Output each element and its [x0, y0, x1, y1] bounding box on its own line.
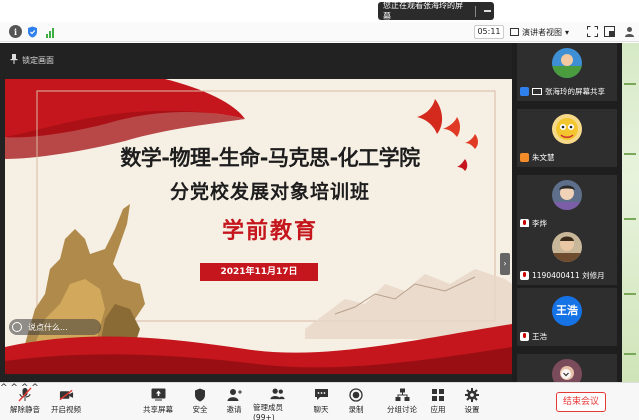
fullscreen-icon[interactable] — [586, 25, 599, 38]
lock-view-button[interactable]: 锁定画面 — [10, 54, 54, 66]
participant-tile[interactable]: 朱文慧 — [517, 109, 617, 167]
pin-icon — [10, 54, 18, 66]
chat-button[interactable]: 聊天 — [311, 387, 331, 419]
mic-off-icon — [18, 387, 33, 402]
meeting-controls-bar: 解除静音 ^ 开启视频 ^ 共享屏幕 ^ 安全 邀请 管理成员(99+) 聊天 … — [0, 382, 639, 420]
view-label: 演讲者视图 — [522, 27, 562, 37]
camera-off-icon — [59, 387, 74, 402]
mic-muted-icon — [520, 332, 529, 341]
record-button[interactable]: 录制 — [346, 387, 366, 419]
slide-subtitle: 学前教育 — [221, 219, 318, 244]
start-video-button[interactable]: 开启视频 — [50, 387, 82, 419]
host-icon — [520, 87, 529, 96]
invite-button[interactable]: 邀请 — [223, 387, 245, 419]
participant-panel: 张海玲的屏幕共享 朱文慧 李烨 1190400411 刘修月 王浩 王浩 — [512, 43, 622, 382]
screen-share-banner: 您正在观看张海玲的屏幕 — [378, 1, 494, 21]
chevron-down-icon: ▾ — [565, 27, 570, 37]
record-icon — [349, 387, 364, 402]
settings-button[interactable]: 设置 — [462, 387, 482, 419]
participant-tile[interactable]: 王浩 王浩 — [517, 288, 617, 346]
window-mode-icon[interactable] — [603, 25, 616, 38]
participant-tile[interactable]: 1190400411 刘修月 — [517, 227, 617, 285]
chevron-up-icon[interactable]: ^ — [0, 383, 8, 393]
gear-icon — [465, 387, 480, 402]
end-meeting-button[interactable]: 结束会议 — [556, 392, 606, 412]
shield-icon — [193, 387, 208, 402]
participant-tile[interactable] — [517, 354, 617, 382]
top-toolbar: i 05:11 演讲者视图 ▾ — [0, 22, 639, 42]
chat-quick-input[interactable]: 说点什么... — [9, 319, 101, 335]
collapse-panel-button[interactable]: › — [500, 253, 510, 275]
background-window-edge — [622, 43, 639, 382]
minimize-icon[interactable] — [480, 4, 494, 18]
avatar — [552, 180, 582, 210]
chat-placeholder: 说点什么... — [28, 322, 68, 332]
user-icon[interactable] — [623, 25, 636, 38]
security-button[interactable]: 安全 — [190, 387, 210, 419]
info-icon[interactable]: i — [9, 25, 22, 38]
avatar — [552, 48, 582, 78]
grid-view-icon — [510, 28, 519, 36]
scroll-down-icon[interactable] — [559, 367, 573, 380]
participant-tile[interactable]: 张海玲的屏幕共享 — [517, 43, 617, 101]
share-screen-icon — [151, 387, 166, 402]
breakout-rooms-icon — [395, 387, 410, 402]
breakout-rooms-button[interactable]: 分组讨论 — [387, 387, 417, 419]
participant-name: 1190400411 刘修月 — [532, 271, 605, 280]
avatar — [552, 114, 582, 144]
participant-name: 朱文慧 — [532, 153, 555, 162]
manage-members-button[interactable]: 管理成员(99+) — [253, 387, 301, 420]
slide-title-line2: 分党校发展对象培训班 — [169, 181, 370, 203]
mic-muted-icon — [520, 271, 529, 280]
participant-name: 张海玲的屏幕共享 — [545, 87, 605, 96]
share-screen-button[interactable]: 共享屏幕 — [143, 387, 173, 419]
share-banner-text: 您正在观看张海玲的屏幕 — [383, 1, 463, 21]
slide-date-badge: 2021年11月17日 — [200, 263, 318, 281]
slide-title-line1: 数学-物理-生命-马克思-化工学院 — [120, 146, 420, 170]
screen-share-icon — [532, 88, 542, 95]
apps-grid-icon — [431, 387, 446, 402]
avatar — [552, 232, 582, 262]
participant-name: 王浩 — [532, 332, 547, 341]
emoji-icon[interactable] — [12, 322, 22, 332]
shared-screen-view[interactable]: 锁定画面 数学-物理-生命-马克思-化工学院 分党校发展对象培训班 学前教育 2… — [0, 43, 512, 382]
lock-view-label: 锁定画面 — [22, 55, 54, 65]
add-user-icon — [227, 387, 242, 402]
shield-icon[interactable] — [26, 25, 39, 38]
meeting-timer: 05:11 — [474, 25, 504, 39]
speaker-view-button[interactable]: 演讲者视图 ▾ — [510, 25, 569, 39]
network-signal-icon[interactable] — [43, 25, 56, 38]
mic-muted-icon — [520, 153, 529, 162]
unmute-button[interactable]: 解除静音 — [10, 387, 40, 419]
members-icon — [269, 387, 285, 400]
avatar: 王浩 — [552, 296, 582, 326]
apps-button[interactable]: 应用 — [428, 387, 448, 419]
chat-icon — [314, 387, 329, 402]
participant-tile[interactable]: 李烨 — [517, 175, 617, 233]
